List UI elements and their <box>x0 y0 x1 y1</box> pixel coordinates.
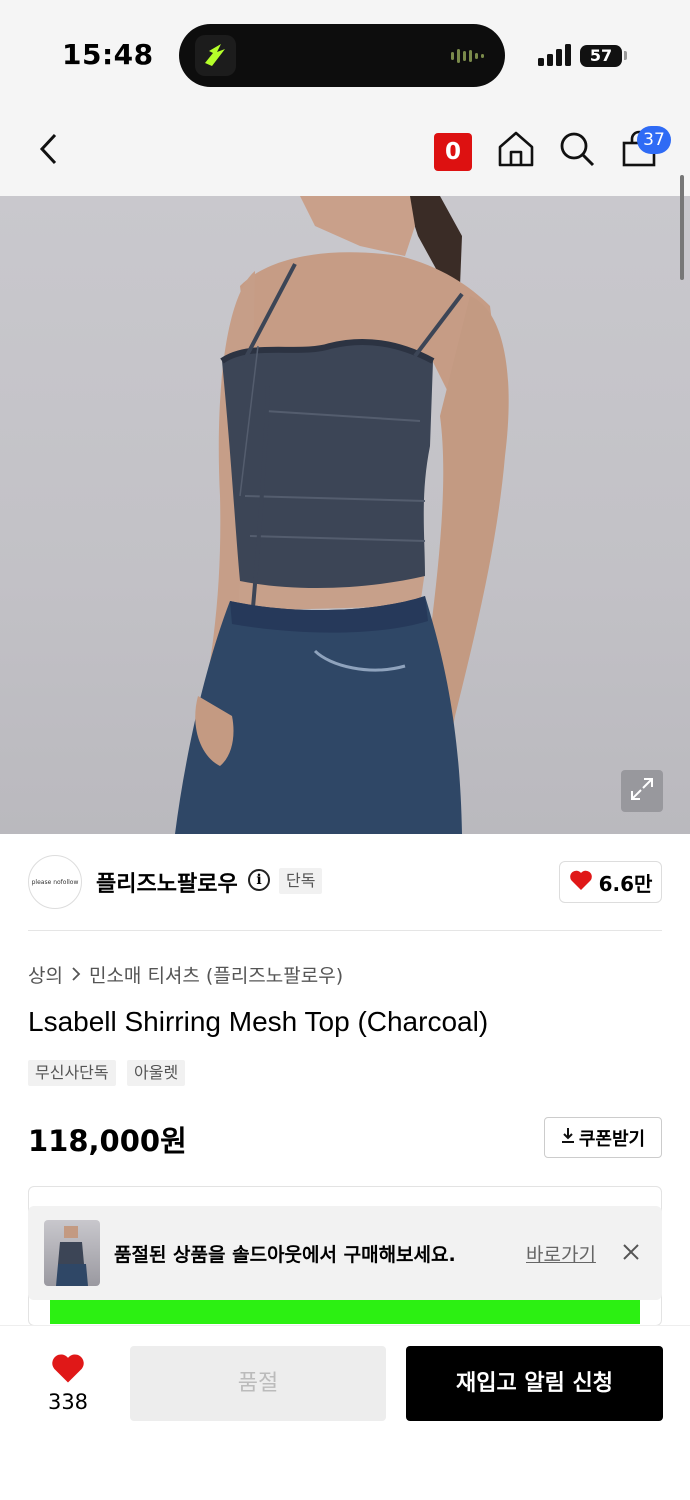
app-header: 0 37 <box>0 105 690 196</box>
search-icon <box>559 131 595 171</box>
status-time: 15:48 <box>62 38 154 71</box>
musinsa-exclusive-tag: 무신사단독 <box>28 1060 116 1086</box>
soldout-toast: 품절된 상품을 솔드아웃에서 구매해보세요. 바로가기 <box>28 1206 662 1300</box>
heart-icon <box>569 869 593 896</box>
exclusive-tag: 단독 <box>279 868 323 894</box>
outlet-tag: 아울렛 <box>127 1060 186 1086</box>
brand-like-button[interactable]: 6.6만 <box>559 861 662 903</box>
bottom-action-bar: 338 품절 재입고 알림 신청 <box>0 1325 690 1500</box>
brand-like-count: 6.6만 <box>598 871 653 896</box>
battery-indicator: 57 <box>580 45 622 67</box>
promo-banner[interactable] <box>50 1300 640 1324</box>
home-button[interactable] <box>494 105 538 196</box>
signal-icon <box>538 44 572 70</box>
close-icon <box>620 1244 642 1267</box>
home-icon <box>497 130 535 172</box>
chevron-left-icon <box>38 133 58 169</box>
status-bar: 15:48 57 <box>0 0 690 105</box>
info-icon[interactable]: i <box>248 869 270 891</box>
brand-logo[interactable]: please nofollow <box>28 855 82 909</box>
brand-name[interactable]: 플리즈노팔로우 <box>96 866 238 898</box>
breadcrumb-subcategory[interactable]: 민소매 티셔츠 (플리즈노팔로우) <box>89 961 343 988</box>
breadcrumb: 상의 민소매 티셔츠 (플리즈노팔로우) <box>28 961 343 988</box>
points-badge[interactable]: 0 <box>434 133 472 171</box>
expand-image-button[interactable] <box>621 770 663 812</box>
audio-wave-icon <box>451 48 487 68</box>
expand-icon <box>629 776 655 806</box>
toast-message: 품절된 상품을 솔드아웃에서 구매해보세요. <box>114 1244 456 1266</box>
search-button[interactable] <box>556 105 598 196</box>
toast-close-button[interactable] <box>620 1241 642 1263</box>
brand-logo-text: please nofollow <box>31 878 79 886</box>
cart-count-badge: 37 <box>637 126 671 154</box>
dynamic-island <box>179 24 505 87</box>
heart-icon <box>50 1354 86 1388</box>
model-photo <box>175 196 509 834</box>
chevron-right-icon <box>71 964 81 986</box>
back-button[interactable] <box>28 105 68 196</box>
product-like-button[interactable]: 338 <box>40 1352 96 1414</box>
product-title: Lsabell Shirring Mesh Top (Charcoal) <box>28 1006 489 1037</box>
soldout-button: 품절 <box>130 1346 386 1421</box>
restock-alert-button[interactable]: 재입고 알림 신청 <box>406 1346 663 1421</box>
coupon-button[interactable]: 쿠폰받기 <box>544 1117 662 1158</box>
download-icon <box>561 1127 575 1148</box>
divider <box>28 930 662 931</box>
toast-product-thumbnail <box>44 1220 100 1286</box>
breadcrumb-category[interactable]: 상의 <box>28 961 63 988</box>
scrollbar[interactable] <box>680 175 684 280</box>
product-image[interactable] <box>0 196 690 834</box>
coupon-label: 쿠폰받기 <box>578 1128 646 1150</box>
product-like-count: 338 <box>47 1390 89 1414</box>
app-icon <box>195 35 236 76</box>
battery-nub <box>624 51 627 60</box>
toast-go-link[interactable]: 바로가기 <box>526 1240 596 1267</box>
product-price: 118,000원 <box>28 1124 187 1158</box>
